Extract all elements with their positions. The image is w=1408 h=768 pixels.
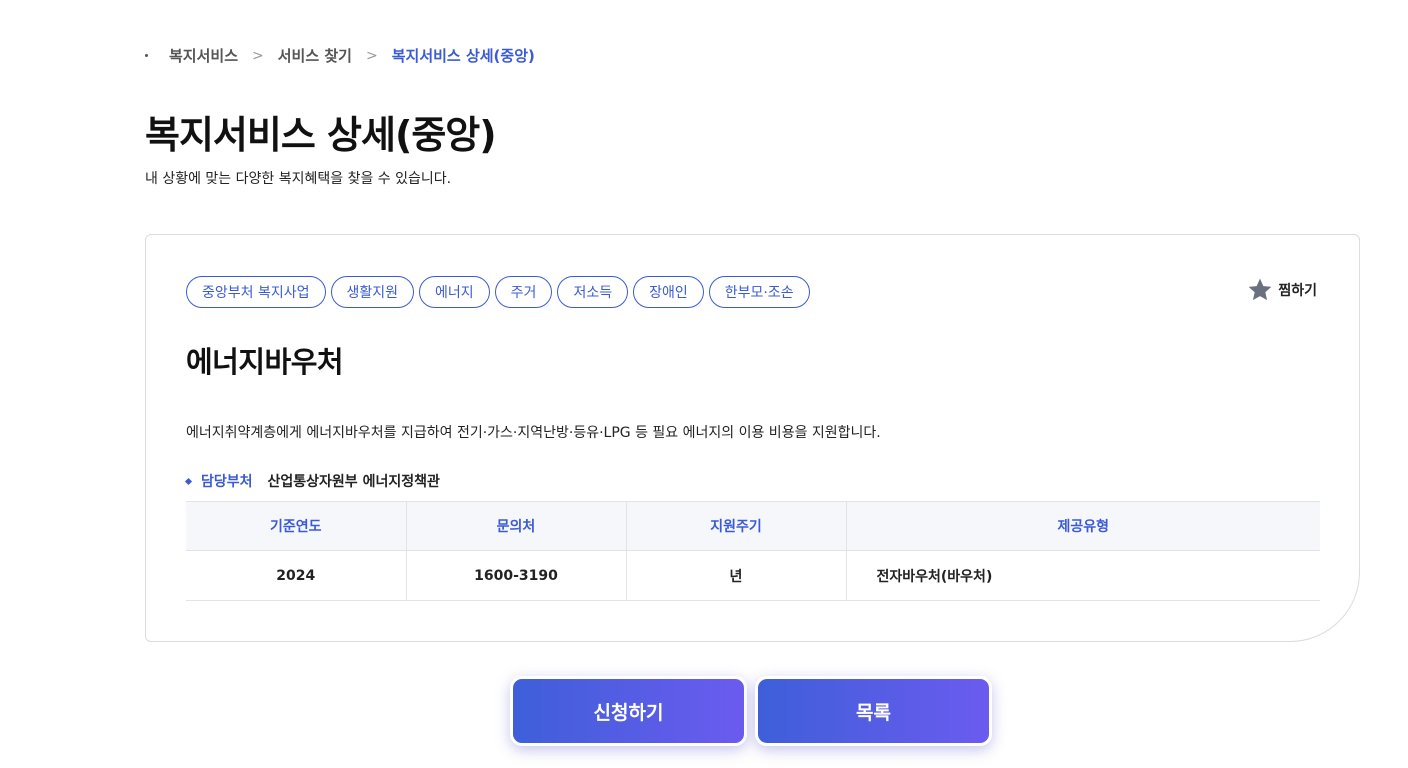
chevron-right-icon: >: [252, 47, 264, 64]
breadcrumb-item-welfare-service[interactable]: 복지서비스: [169, 45, 238, 66]
list-button[interactable]: 목록: [755, 676, 992, 746]
page-subtitle: 내 상황에 맞는 다양한 복지혜택을 찾을 수 있습니다.: [145, 171, 452, 187]
cell-support-cycle: 년: [626, 550, 847, 601]
header-support-cycle: 지원주기: [626, 501, 847, 551]
department-label: 담당부처: [201, 474, 253, 490]
table-row: 2024 1600-3190 년 전자바우처(바우처): [186, 550, 1320, 601]
star-icon: [1248, 278, 1272, 301]
favorite-button[interactable]: 찜하기: [1247, 277, 1317, 303]
tag-living-support[interactable]: 생활지원: [330, 276, 415, 308]
cell-provision-type: 전자바우처(바우처): [846, 550, 1320, 601]
service-title: 에너지바우처: [186, 345, 344, 379]
tag-energy[interactable]: 에너지: [419, 276, 490, 308]
chevron-right-icon: >: [365, 47, 378, 64]
page-title: 복지서비스 상세(중앙): [145, 113, 497, 157]
tag-list: 중앙부처 복지사업 생활지원 에너지 주거 저소득 장애인 한부모·조손: [186, 276, 810, 308]
cell-contact: 1600-3190: [406, 550, 627, 601]
breadcrumb: 복지서비스 > 서비스 찾기 > 복지서비스 상세(중앙): [145, 45, 535, 66]
tag-low-income[interactable]: 저소득: [557, 276, 629, 308]
header-base-year: 기준연도: [186, 501, 407, 551]
table-header-row: 기준연도 문의처 지원주기 제공유형: [186, 501, 1320, 551]
service-description: 에너지취약계층에게 에너지바우처를 지급하여 전기·가스·지역난방·등유·LPG…: [186, 425, 881, 441]
tag-disabled[interactable]: 장애인: [633, 276, 704, 308]
service-info-table: 기준연도 문의처 지원주기 제공유형 2024 1600-3190 년 전자바우…: [186, 501, 1320, 601]
tag-central-ministry[interactable]: 중앙부처 복지사업: [186, 276, 326, 308]
header-provision-type: 제공유형: [846, 501, 1320, 551]
header-contact: 문의처: [406, 501, 627, 551]
apply-button[interactable]: 신청하기: [510, 676, 747, 746]
breadcrumb-item-current: 복지서비스 상세(중앙): [391, 47, 535, 65]
tag-housing[interactable]: 주거: [494, 276, 553, 308]
department-info: 담당부처 산업통상자원부 에너지정책관: [184, 471, 440, 491]
tag-single-parent[interactable]: 한부모·조손: [708, 276, 810, 308]
cell-base-year: 2024: [186, 550, 407, 601]
breadcrumb-item-service-search[interactable]: 서비스 찾기: [278, 45, 352, 66]
favorite-label: 찜하기: [1278, 283, 1317, 299]
diamond-icon: [184, 477, 193, 485]
department-value: 산업통상자원부 에너지정책관: [267, 474, 440, 490]
service-detail-card: 중앙부처 복지사업 생활지원 에너지 주거 저소득 장애인 한부모·조손 찜하기…: [145, 234, 1360, 642]
breadcrumb-bullet: [145, 54, 148, 57]
